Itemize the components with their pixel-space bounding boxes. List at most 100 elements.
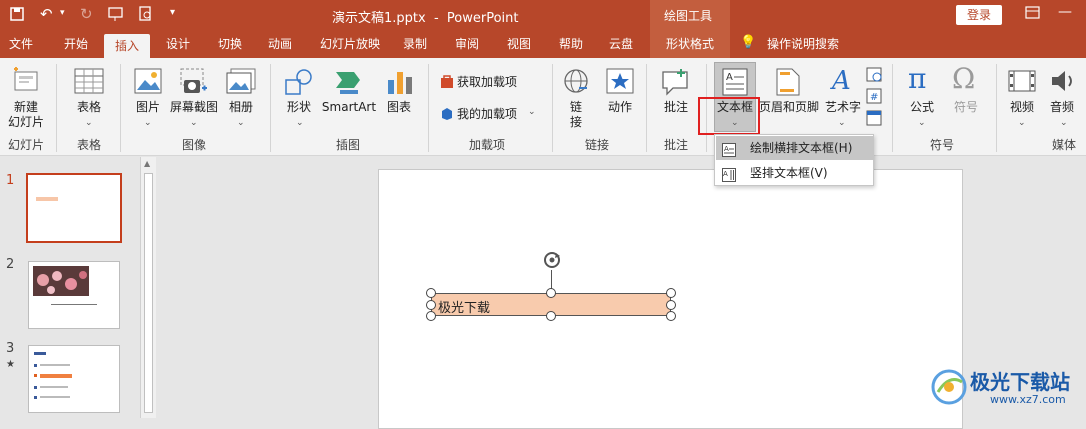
audio-icon[interactable]: [1050, 68, 1078, 97]
new-slide-label-2[interactable]: 幻灯片: [2, 115, 50, 130]
resize-handle-se[interactable]: [666, 311, 676, 321]
redo-icon[interactable]: ↻: [80, 5, 93, 23]
tab-file[interactable]: 文件: [6, 30, 36, 58]
header-footer-icon[interactable]: [776, 68, 800, 99]
new-slide-label-1[interactable]: 新建: [8, 100, 44, 115]
video-label[interactable]: 视频: [1006, 100, 1038, 115]
thumbnail-scrollbar[interactable]: ▲: [140, 157, 156, 418]
my-addins-icon[interactable]: [440, 107, 454, 124]
header-footer-label[interactable]: 页眉和页脚: [758, 100, 820, 115]
group-separator: [270, 64, 271, 152]
slide-thumbnail-3[interactable]: [28, 345, 120, 413]
equation-dropdown-icon[interactable]: ⌄: [918, 118, 926, 128]
slide-number-icon[interactable]: #: [866, 88, 882, 107]
wordart-icon[interactable]: A: [832, 66, 851, 96]
smartart-label[interactable]: SmartArt: [320, 100, 378, 115]
tab-slideshow[interactable]: 幻灯片放映: [316, 30, 384, 58]
shapes-icon[interactable]: [284, 68, 314, 99]
thumb-textbox: [36, 197, 58, 201]
equation-label[interactable]: 公式: [904, 100, 940, 115]
tab-design[interactable]: 设计: [160, 30, 196, 58]
screenshot-icon[interactable]: [180, 68, 208, 99]
tell-me-search[interactable]: 操作说明搜索: [760, 30, 846, 58]
tab-help[interactable]: 帮助: [556, 30, 586, 58]
resize-handle-n[interactable]: [546, 288, 556, 298]
textbox-dropdown-menu: A 绘制横排文本框(H) A 竖排文本框(V): [714, 134, 874, 186]
slide-thumbnail-2[interactable]: [28, 261, 120, 329]
album-label[interactable]: 相册: [224, 100, 258, 115]
resize-handle-e[interactable]: [666, 300, 676, 310]
wordart-dropdown-icon[interactable]: ⌄: [838, 118, 846, 128]
resize-handle-nw[interactable]: [426, 288, 436, 298]
tab-insert[interactable]: 插入: [104, 34, 150, 58]
tab-animations[interactable]: 动画: [262, 30, 298, 58]
screenshot-label[interactable]: 屏幕截图: [168, 100, 220, 115]
login-button[interactable]: 登录: [956, 5, 1002, 25]
chart-icon[interactable]: [386, 68, 414, 99]
action-icon[interactable]: [606, 68, 634, 99]
table-icon[interactable]: [74, 68, 104, 97]
object-icon[interactable]: [866, 110, 882, 129]
video-dropdown-icon[interactable]: ⌄: [1018, 118, 1026, 128]
my-addins-dropdown-icon[interactable]: ⌄: [528, 107, 536, 117]
table-dropdown-icon[interactable]: ⌄: [85, 118, 93, 128]
shapes-dropdown-icon[interactable]: ⌄: [296, 118, 304, 128]
undo-icon[interactable]: ↶: [40, 5, 53, 23]
get-addins-label[interactable]: 获取加载项: [457, 75, 517, 90]
link-label-1[interactable]: 链: [566, 100, 586, 115]
audio-label[interactable]: 音频: [1046, 100, 1078, 115]
save-icon[interactable]: [10, 7, 24, 25]
picture-icon[interactable]: [134, 68, 162, 97]
my-addins-label[interactable]: 我的加载项: [457, 107, 517, 122]
tab-home[interactable]: 开始: [60, 30, 92, 58]
tab-review[interactable]: 审阅: [452, 30, 482, 58]
slide-canvas[interactable]: 极光下载: [378, 169, 963, 429]
symbol-icon[interactable]: Ω: [952, 62, 975, 95]
textbox-text[interactable]: 极光下载: [438, 297, 490, 316]
comment-label[interactable]: 批注: [660, 100, 692, 115]
video-icon[interactable]: [1008, 68, 1036, 97]
scrollbar-thumb[interactable]: [144, 173, 153, 413]
link-icon[interactable]: [563, 68, 591, 99]
wordart-label[interactable]: 艺术字: [822, 100, 864, 115]
tab-cloud[interactable]: 云盘: [606, 30, 636, 58]
slide-thumbnail-1[interactable]: [26, 173, 122, 243]
tab-view[interactable]: 视图: [504, 30, 534, 58]
link-label-2[interactable]: 接: [566, 115, 586, 130]
new-slide-icon[interactable]: [12, 66, 40, 97]
chart-label[interactable]: 图表: [382, 100, 416, 115]
group-label-links: 链接: [584, 138, 609, 152]
customize-qat-icon[interactable]: ▾: [170, 7, 175, 18]
picture-label[interactable]: 图片: [132, 100, 164, 115]
tab-transitions[interactable]: 切换: [212, 30, 248, 58]
scroll-up-icon[interactable]: ▲: [144, 159, 150, 168]
menu-item-vertical-textbox[interactable]: A 竖排文本框(V): [716, 161, 873, 185]
tab-record[interactable]: 录制: [400, 30, 430, 58]
rotate-handle-icon[interactable]: [542, 250, 562, 270]
album-dropdown-icon[interactable]: ⌄: [237, 118, 245, 128]
resize-handle-w[interactable]: [426, 300, 436, 310]
smartart-icon[interactable]: [334, 68, 364, 99]
date-time-icon[interactable]: [866, 66, 882, 85]
action-label[interactable]: 动作: [604, 100, 636, 115]
minimize-icon[interactable]: —: [1058, 4, 1072, 20]
tab-shape-format[interactable]: 形状格式: [658, 30, 722, 58]
resize-handle-s[interactable]: [546, 311, 556, 321]
menu-item-horizontal-textbox[interactable]: A 绘制横排文本框(H): [716, 136, 873, 160]
symbol-label[interactable]: 符号: [948, 100, 984, 115]
slideshow-start-icon[interactable]: [108, 6, 124, 25]
picture-dropdown-icon[interactable]: ⌄: [144, 118, 152, 128]
shapes-label[interactable]: 形状: [282, 100, 316, 115]
resize-handle-ne[interactable]: [666, 288, 676, 298]
album-icon[interactable]: [226, 68, 256, 97]
undo-dropdown-icon[interactable]: ▾: [60, 8, 65, 18]
comment-icon[interactable]: [661, 68, 691, 99]
screenshot-dropdown-icon[interactable]: ⌄: [190, 118, 198, 128]
get-addins-icon[interactable]: [440, 75, 454, 92]
resize-handle-sw[interactable]: [426, 311, 436, 321]
table-label[interactable]: 表格: [72, 100, 106, 115]
equation-icon[interactable]: π: [908, 62, 926, 95]
audio-dropdown-icon[interactable]: ⌄: [1060, 118, 1068, 128]
print-preview-icon[interactable]: [138, 6, 154, 25]
ribbon-display-options-icon[interactable]: [1025, 5, 1041, 24]
